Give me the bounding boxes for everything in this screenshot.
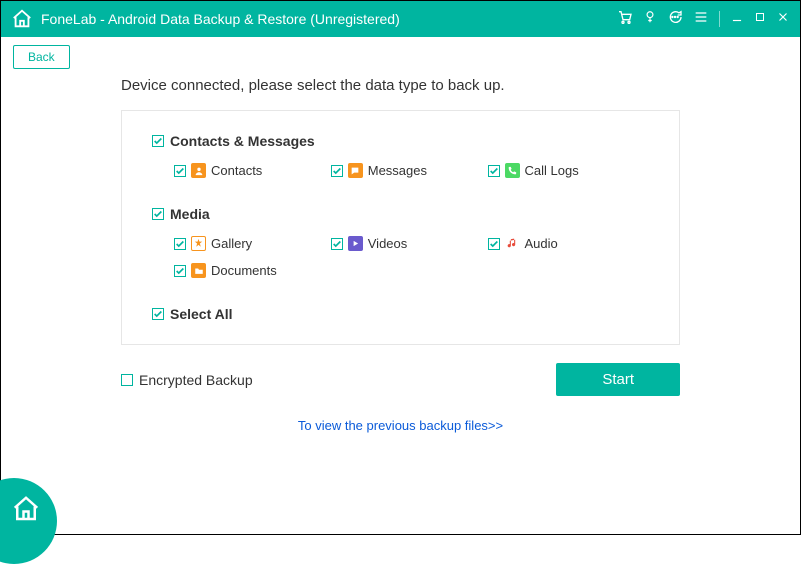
close-icon[interactable] bbox=[776, 10, 790, 29]
checkbox-gallery[interactable] bbox=[174, 238, 186, 250]
group-media[interactable]: Media bbox=[152, 206, 649, 222]
feedback-icon[interactable] bbox=[667, 9, 683, 30]
item-label: Documents bbox=[211, 263, 277, 278]
item-gallery[interactable]: Gallery bbox=[174, 236, 331, 251]
start-button[interactable]: Start bbox=[556, 363, 680, 396]
previous-backups-link[interactable]: To view the previous backup files>> bbox=[1, 418, 800, 433]
maximize-icon[interactable] bbox=[754, 10, 766, 28]
encrypted-label: Encrypted Backup bbox=[139, 372, 253, 388]
data-type-card: Contacts & Messages Contacts Messages Ca… bbox=[121, 110, 680, 345]
item-messages[interactable]: Messages bbox=[331, 163, 488, 178]
checkbox-encrypted[interactable] bbox=[121, 374, 133, 386]
item-label: Videos bbox=[368, 236, 408, 251]
toolbar: Back bbox=[1, 37, 800, 77]
documents-icon bbox=[191, 263, 206, 278]
item-label: Contacts bbox=[211, 163, 262, 178]
group-contacts-messages[interactable]: Contacts & Messages bbox=[152, 133, 649, 149]
checkbox-call-logs[interactable] bbox=[488, 165, 500, 177]
cart-icon[interactable] bbox=[617, 9, 633, 30]
group-label: Media bbox=[170, 206, 210, 222]
checkbox-audio[interactable] bbox=[488, 238, 500, 250]
item-label: Audio bbox=[525, 236, 558, 251]
checkbox-media[interactable] bbox=[152, 208, 164, 220]
key-icon[interactable] bbox=[643, 9, 657, 30]
titlebar: FoneLab - Android Data Backup & Restore … bbox=[1, 1, 800, 37]
page-prompt: Device connected, please select the data… bbox=[121, 77, 680, 94]
item-audio[interactable]: Audio bbox=[488, 236, 645, 251]
group-label: Contacts & Messages bbox=[170, 133, 315, 149]
encrypted-backup[interactable]: Encrypted Backup bbox=[121, 372, 253, 388]
home-icon[interactable] bbox=[11, 8, 33, 30]
item-label: Gallery bbox=[211, 236, 252, 251]
checkbox-select-all[interactable] bbox=[152, 308, 164, 320]
item-call-logs[interactable]: Call Logs bbox=[488, 163, 645, 178]
select-all[interactable]: Select All bbox=[152, 306, 649, 322]
messages-icon bbox=[348, 163, 363, 178]
select-all-label: Select All bbox=[170, 306, 233, 322]
checkbox-videos[interactable] bbox=[331, 238, 343, 250]
call-logs-icon bbox=[505, 163, 520, 178]
videos-icon bbox=[348, 236, 363, 251]
item-label: Messages bbox=[368, 163, 427, 178]
item-videos[interactable]: Videos bbox=[331, 236, 488, 251]
audio-icon bbox=[505, 236, 520, 251]
item-contacts[interactable]: Contacts bbox=[174, 163, 331, 178]
item-documents[interactable]: Documents bbox=[174, 263, 331, 278]
checkbox-contacts[interactable] bbox=[174, 165, 186, 177]
gallery-icon bbox=[191, 236, 206, 251]
home-fab[interactable] bbox=[0, 478, 57, 564]
app-title: FoneLab - Android Data Backup & Restore … bbox=[41, 11, 617, 27]
checkbox-contacts-messages[interactable] bbox=[152, 135, 164, 147]
back-button[interactable]: Back bbox=[13, 45, 70, 69]
checkbox-messages[interactable] bbox=[331, 165, 343, 177]
item-label: Call Logs bbox=[525, 163, 579, 178]
menu-icon[interactable] bbox=[693, 9, 709, 30]
contacts-icon bbox=[191, 163, 206, 178]
minimize-icon[interactable] bbox=[730, 10, 744, 29]
checkbox-documents[interactable] bbox=[174, 265, 186, 277]
